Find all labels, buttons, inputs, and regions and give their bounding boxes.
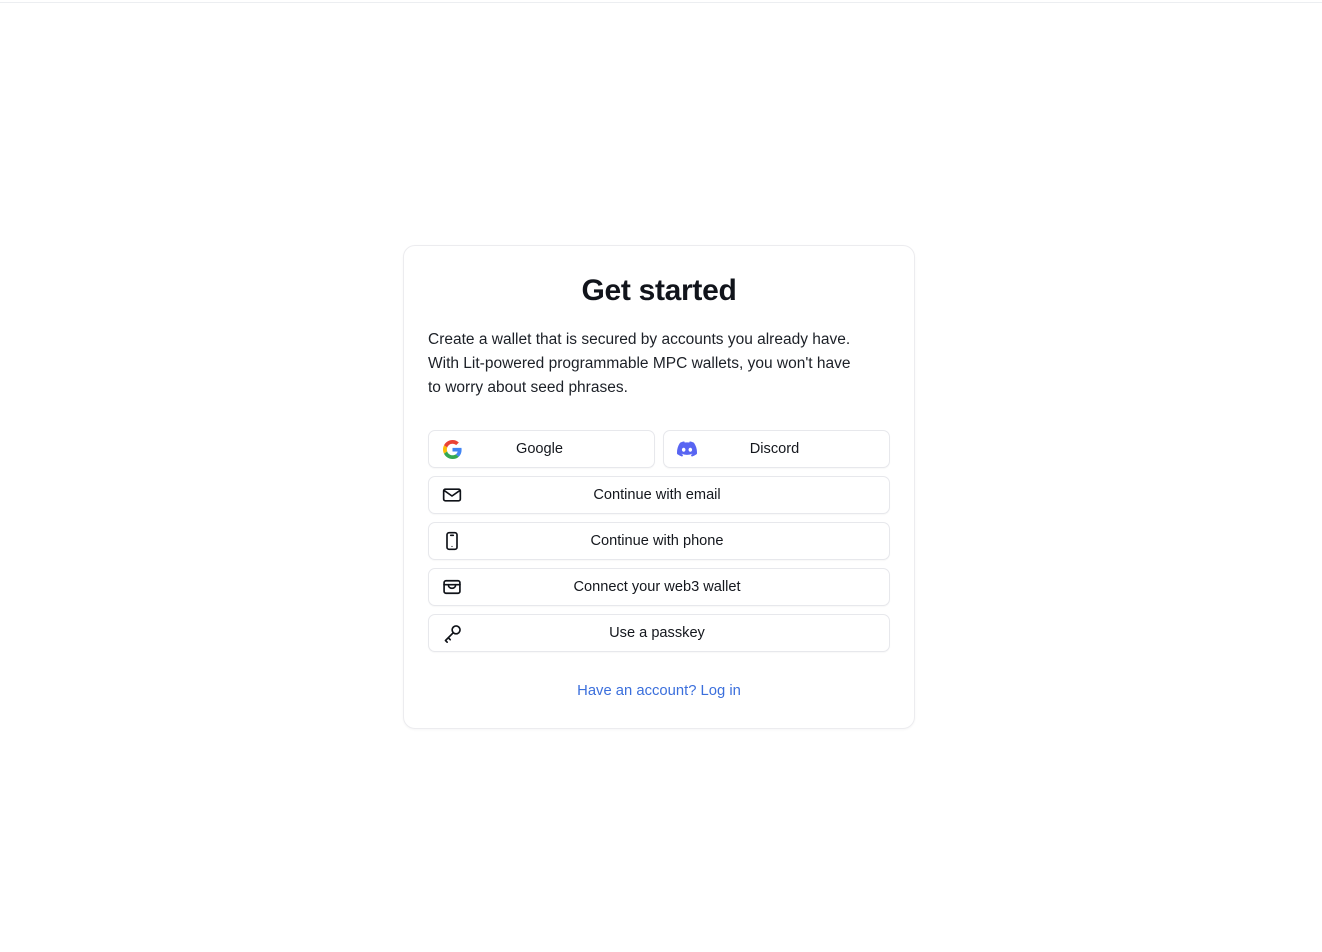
card-description: Create a wallet that is secured by accou… <box>428 331 851 396</box>
continue-with-phone-button[interactable]: Continue with phone <box>428 522 890 560</box>
connect-web3-wallet-button[interactable]: Connect your web3 wallet <box>428 568 890 606</box>
continue-with-email-label: Continue with email <box>593 487 721 503</box>
get-started-card: Get started Create a wallet that is secu… <box>403 245 915 729</box>
continue-with-email-button[interactable]: Continue with email <box>428 476 890 514</box>
google-login-button[interactable]: Google <box>428 430 655 468</box>
page-top-divider <box>0 2 1322 3</box>
auth-stage: Get started Create a wallet that is secu… <box>403 245 915 729</box>
login-footer: Have an account? Log in <box>428 682 890 704</box>
google-login-label: Google <box>515 441 564 457</box>
use-passkey-label: Use a passkey <box>609 625 705 641</box>
discord-login-button[interactable]: Discord <box>663 430 890 468</box>
connect-web3-wallet-label: Connect your web3 wallet <box>573 579 741 595</box>
social-provider-row: Google Discord <box>428 430 890 468</box>
use-passkey-button[interactable]: Use a passkey <box>428 614 890 652</box>
discord-login-label: Discord <box>749 441 800 457</box>
log-in-link[interactable]: Have an account? Log in <box>577 683 741 699</box>
continue-with-phone-label: Continue with phone <box>590 533 724 549</box>
page-title: Get started <box>581 274 737 307</box>
